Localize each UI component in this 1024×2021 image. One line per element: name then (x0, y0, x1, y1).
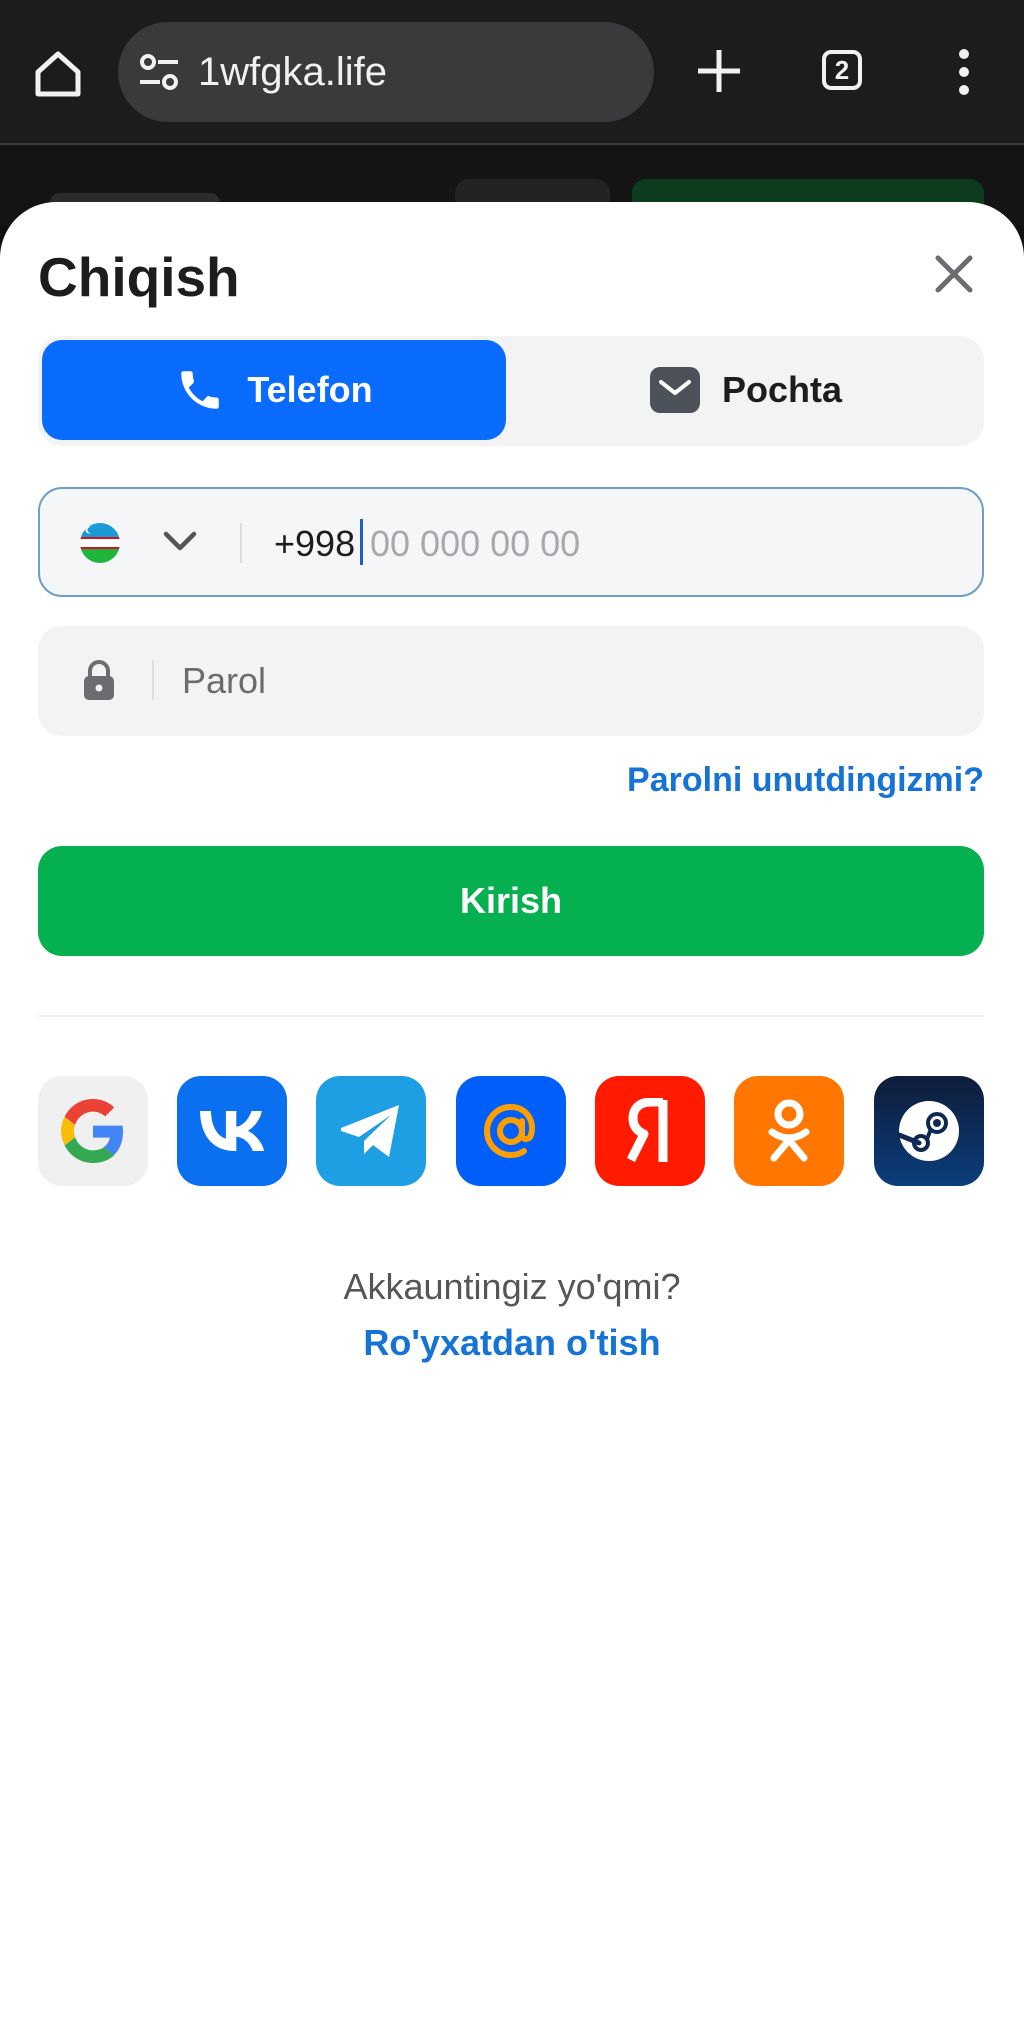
field-divider (152, 660, 154, 700)
tab-switcher-icon[interactable]: 2 (822, 50, 862, 90)
mail-ru-login-button[interactable] (456, 1076, 566, 1186)
social-login-row (38, 1076, 984, 1186)
tab-email[interactable]: Pochta (512, 340, 980, 440)
telegram-login-button[interactable] (316, 1076, 426, 1186)
odnoklassniki-icon (768, 1099, 810, 1162)
text-caret (360, 519, 363, 565)
phone-field[interactable]: +998 00 000 00 00 (38, 487, 984, 597)
phone-prefix: +998 (274, 523, 356, 564)
tab-email-label: Pochta (721, 369, 843, 410)
odnoklassniki-login-button[interactable] (734, 1076, 844, 1186)
phone-input[interactable]: 00 000 00 00 (370, 523, 580, 565)
home-icon[interactable] (32, 48, 84, 100)
no-account-text: Akkauntingiz yo'qmi? (343, 1266, 681, 1307)
vk-icon (200, 1111, 265, 1151)
yandex-icon (626, 1098, 668, 1163)
address-bar[interactable]: 1wfgka.life (118, 22, 654, 122)
modal-title: Chiqish (38, 246, 240, 308)
google-icon (61, 1099, 123, 1163)
forgot-password-link[interactable]: Parolni unutdingizmi? (627, 760, 984, 800)
close-icon[interactable] (932, 252, 976, 296)
lock-icon (84, 660, 114, 700)
steam-login-button[interactable] (874, 1076, 984, 1186)
vk-login-button[interactable] (177, 1076, 287, 1186)
password-input[interactable]: Parol (182, 660, 266, 702)
url-text: 1wfgka.life (198, 50, 387, 94)
register-link[interactable]: Ro'yxatdan o'tish (0, 1322, 1024, 1364)
google-login-button[interactable] (38, 1076, 148, 1186)
site-settings-icon[interactable] (138, 52, 180, 92)
section-divider (38, 1015, 984, 1017)
field-divider (240, 523, 242, 563)
mail-icon (649, 367, 700, 413)
uzbekistan-flag-icon (80, 523, 120, 563)
login-button[interactable]: Kirish (38, 846, 984, 956)
password-field[interactable]: Parol (38, 626, 984, 736)
steam-icon (897, 1101, 959, 1161)
yandex-login-button[interactable] (595, 1076, 705, 1186)
phone-icon (181, 371, 220, 409)
telegram-icon (341, 1105, 399, 1157)
new-tab-icon[interactable] (696, 48, 742, 94)
menu-icon[interactable] (950, 48, 978, 96)
login-method-tabs: Telefon Pochta (38, 336, 984, 446)
chevron-down-icon[interactable] (162, 529, 198, 553)
tab-phone-label: Telefon (247, 369, 373, 410)
tab-phone[interactable]: Telefon (42, 340, 506, 440)
login-modal: Chiqish Telefon Pochta +998 00 000 00 00… (0, 202, 1024, 2021)
mail-ru-icon (483, 1103, 535, 1159)
browser-toolbar: 1wfgka.life 2 (0, 0, 1024, 145)
